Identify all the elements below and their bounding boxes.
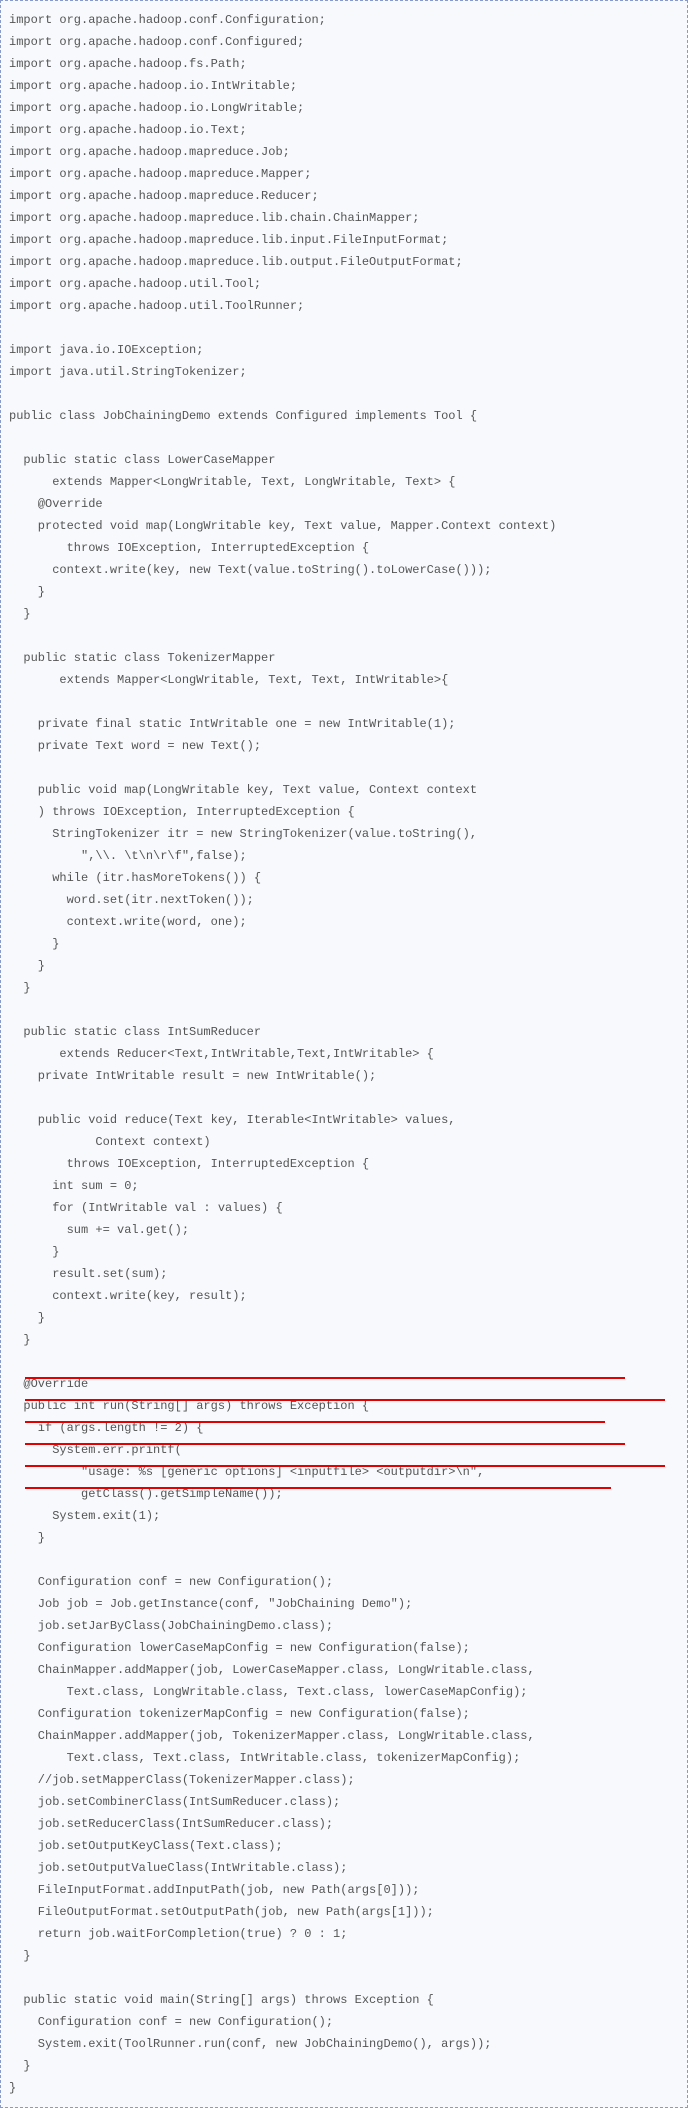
highlight-underline [25, 1377, 625, 1379]
highlight-underline [25, 1399, 665, 1401]
highlight-underline [25, 1465, 665, 1467]
highlight-underline [25, 1421, 605, 1423]
highlight-underline [25, 1487, 611, 1489]
highlight-underline [25, 1443, 625, 1445]
code-snippet-container: import org.apache.hadoop.conf.Configurat… [0, 0, 688, 2108]
code-block: import org.apache.hadoop.conf.Configurat… [1, 9, 687, 2099]
